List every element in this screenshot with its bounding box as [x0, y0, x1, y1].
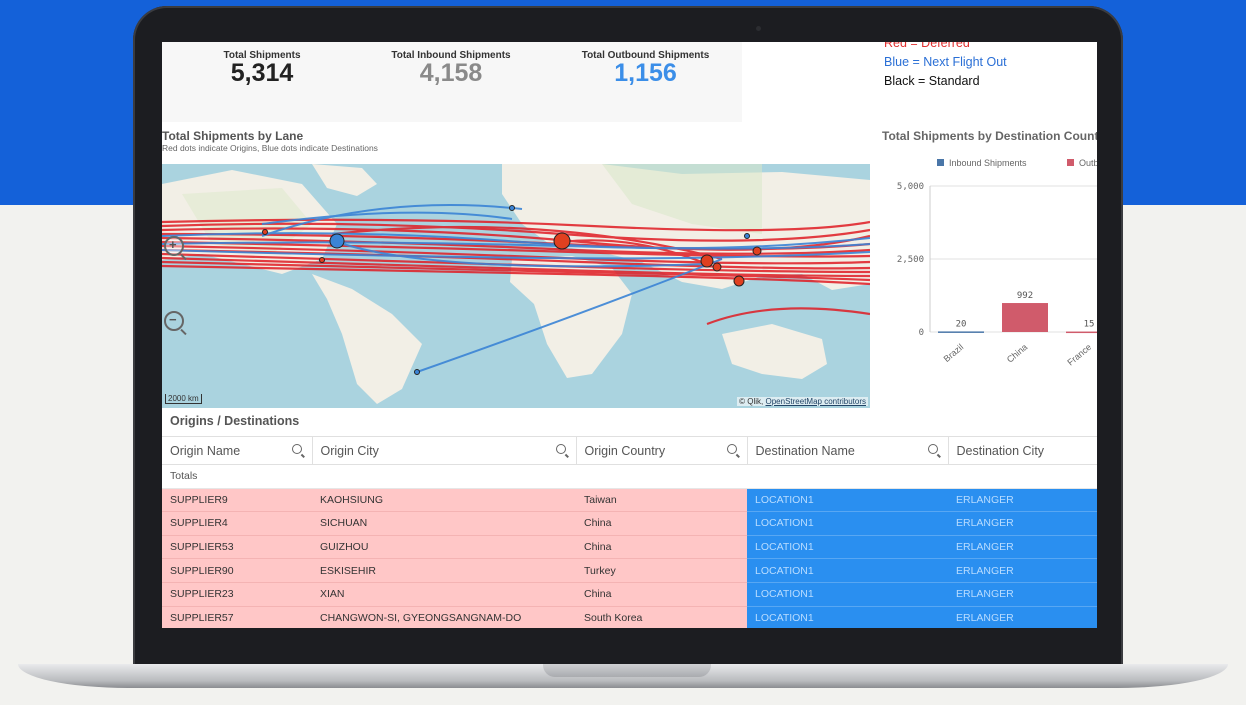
table-cell[interactable]: KAOHSIUNG: [312, 488, 576, 513]
search-icon[interactable]: [927, 444, 938, 454]
table-cell[interactable]: GUIZHOU: [312, 535, 576, 560]
map-subtitle: Red dots indicate Origins, Blue dots ind…: [162, 143, 378, 153]
zoom-out-button[interactable]: −: [164, 311, 184, 331]
table-cell[interactable]: LOCATION1: [747, 488, 948, 513]
table-cell[interactable]: SUPPLIER53: [162, 535, 312, 560]
search-icon[interactable]: [726, 444, 737, 454]
header-label: Destination City: [956, 443, 1045, 458]
bar-chart: Inbound Shipments Outbound Shipments 5,000…: [882, 152, 1097, 408]
laptop-notch: [543, 664, 711, 677]
legend-label: Inbound Shipments: [949, 158, 1027, 168]
col-header-origin-name[interactable]: Origin Name: [162, 436, 313, 465]
kpi-inbound-shipments: Total Inbound Shipments 4,158: [386, 50, 516, 86]
dashboard-screen: Total Shipments 5,314 Total Inbound Ship…: [162, 42, 1097, 628]
attribution-prefix: © Qlik,: [739, 397, 766, 406]
zoom-out-label: −: [169, 312, 177, 327]
legend-red: Red = Deferred: [884, 42, 970, 50]
table-row[interactable]: SUPPLIER4 SICHUAN China LOCATION1 ERLANGER: [162, 511, 1097, 536]
data-label: 992: [1017, 291, 1033, 301]
table-cell[interactable]: LOCATION1: [747, 535, 948, 560]
totals-label: Totals: [162, 464, 312, 489]
map-attribution: © Qlik, OpenStreetMap contributors: [737, 397, 868, 406]
table-cell[interactable]: LOCATION1: [747, 582, 948, 607]
legend-blue: Blue = Next Flight Out: [884, 55, 1007, 69]
kpi-value: 5,314: [230, 59, 294, 87]
table-cell[interactable]: China: [576, 511, 747, 536]
lane-map[interactable]: + − 2000 km © Qlik, OpenStreetMap contri…: [162, 164, 870, 408]
header-label: Origin Country: [584, 443, 666, 458]
table-cell[interactable]: ERLANGER: [948, 606, 1097, 628]
bar: [1066, 331, 1097, 334]
legend-swatch: [937, 159, 944, 166]
table-cell[interactable]: SUPPLIER4: [162, 511, 312, 536]
table-cell[interactable]: SICHUAN: [312, 511, 576, 536]
legend-label: Outbound Shipments: [1079, 158, 1097, 168]
search-icon[interactable]: [291, 444, 302, 454]
table-cell[interactable]: LOCATION1: [747, 558, 948, 583]
header-label: Destination Name: [755, 443, 855, 458]
table-cell[interactable]: CHANGWON-SI, GYEONGSANGNAM-DO: [312, 606, 576, 628]
col-header-destination-city[interactable]: Destination City: [948, 436, 1097, 465]
bar-chart-title: Total Shipments by Destination Country: [882, 129, 1097, 143]
table-cell[interactable]: SUPPLIER57: [162, 606, 312, 628]
x-tick-label: China: [1005, 342, 1029, 365]
zoom-in-label: +: [169, 237, 177, 252]
table-cell[interactable]: SUPPLIER9: [162, 488, 312, 513]
col-header-origin-country[interactable]: Origin Country: [576, 436, 748, 465]
table-cell[interactable]: SUPPLIER23: [162, 582, 312, 607]
bar: [938, 331, 984, 333]
table-cell[interactable]: ERLANGER: [948, 535, 1097, 560]
kpi-outbound-shipments: Total Outbound Shipments 1,156: [577, 50, 714, 86]
kpi-total-shipments: Total Shipments 5,314: [217, 50, 307, 86]
table-cell[interactable]: Taiwan: [576, 488, 747, 513]
table-cell[interactable]: China: [576, 582, 747, 607]
map-scale: 2000 km: [165, 394, 202, 404]
col-header-destination-name[interactable]: Destination Name: [747, 436, 949, 465]
bar: [1002, 303, 1048, 332]
y-tick-label: 5,000: [897, 182, 924, 192]
header-label: Origin Name: [170, 443, 241, 458]
table-cell[interactable]: ERLANGER: [948, 558, 1097, 583]
search-icon[interactable]: [555, 444, 566, 454]
table-cell[interactable]: ERLANGER: [948, 582, 1097, 607]
table-cell[interactable]: ERLANGER: [948, 488, 1097, 513]
data-label: 20: [956, 319, 967, 329]
legend-swatch: [1067, 159, 1074, 166]
x-tick-label: France: [1065, 342, 1093, 368]
map-canvas: [162, 164, 870, 404]
table-row[interactable]: SUPPLIER57 CHANGWON-SI, GYEONGSANGNAM-DO S…: [162, 606, 1097, 628]
table-cell[interactable]: SUPPLIER90: [162, 558, 312, 583]
attribution-link[interactable]: OpenStreetMap contributors: [766, 397, 867, 406]
table-cell[interactable]: LOCATION1: [747, 511, 948, 536]
origins-destinations-table: Origin Name Origin City Origin Country D…: [162, 436, 1097, 628]
totals-row: Totals: [162, 464, 1097, 489]
y-tick-label: 2,500: [897, 255, 924, 265]
zoom-in-button[interactable]: +: [164, 236, 184, 256]
table-title: Origins / Destinations: [170, 414, 300, 428]
table-row[interactable]: SUPPLIER9 KAOHSIUNG Taiwan LOCATION1 ERLANGE…: [162, 488, 1097, 513]
bar-chart-canvas: Inbound Shipments Outbound Shipments 5,000…: [897, 158, 1097, 368]
data-label: 15: [1084, 320, 1095, 330]
legend-black: Black = Standard: [884, 74, 980, 88]
table-row[interactable]: SUPPLIER53 GUIZHOU China LOCATION1 ERLANGER: [162, 535, 1097, 560]
kpi-value: 1,156: [614, 59, 677, 87]
camera-dot: [756, 26, 761, 31]
table-header-row: Origin Name Origin City Origin Country D…: [162, 436, 1097, 465]
table-cell[interactable]: XIAN: [312, 582, 576, 607]
header-label: Origin City: [320, 443, 379, 458]
map-title: Total Shipments by Lane: [162, 129, 304, 143]
table-row[interactable]: SUPPLIER90 ESKISEHIR Turkey LOCATION1 ERLANG…: [162, 558, 1097, 583]
table-cell[interactable]: Turkey: [576, 558, 747, 583]
table-cell[interactable]: South Korea: [576, 606, 747, 628]
col-header-origin-city[interactable]: Origin City: [312, 436, 577, 465]
kpi-panel: Total Shipments 5,314 Total Inbound Ship…: [162, 42, 742, 122]
kpi-value: 4,158: [419, 59, 483, 87]
table-row[interactable]: SUPPLIER23 XIAN China LOCATION1 ERLANGER: [162, 582, 1097, 607]
table-cell[interactable]: LOCATION1: [747, 606, 948, 628]
table-cell[interactable]: ESKISEHIR: [312, 558, 576, 583]
x-tick-label: Brazil: [942, 342, 966, 364]
table-cell[interactable]: ERLANGER: [948, 511, 1097, 536]
y-tick-label: 0: [919, 328, 924, 338]
table-cell[interactable]: China: [576, 535, 747, 560]
